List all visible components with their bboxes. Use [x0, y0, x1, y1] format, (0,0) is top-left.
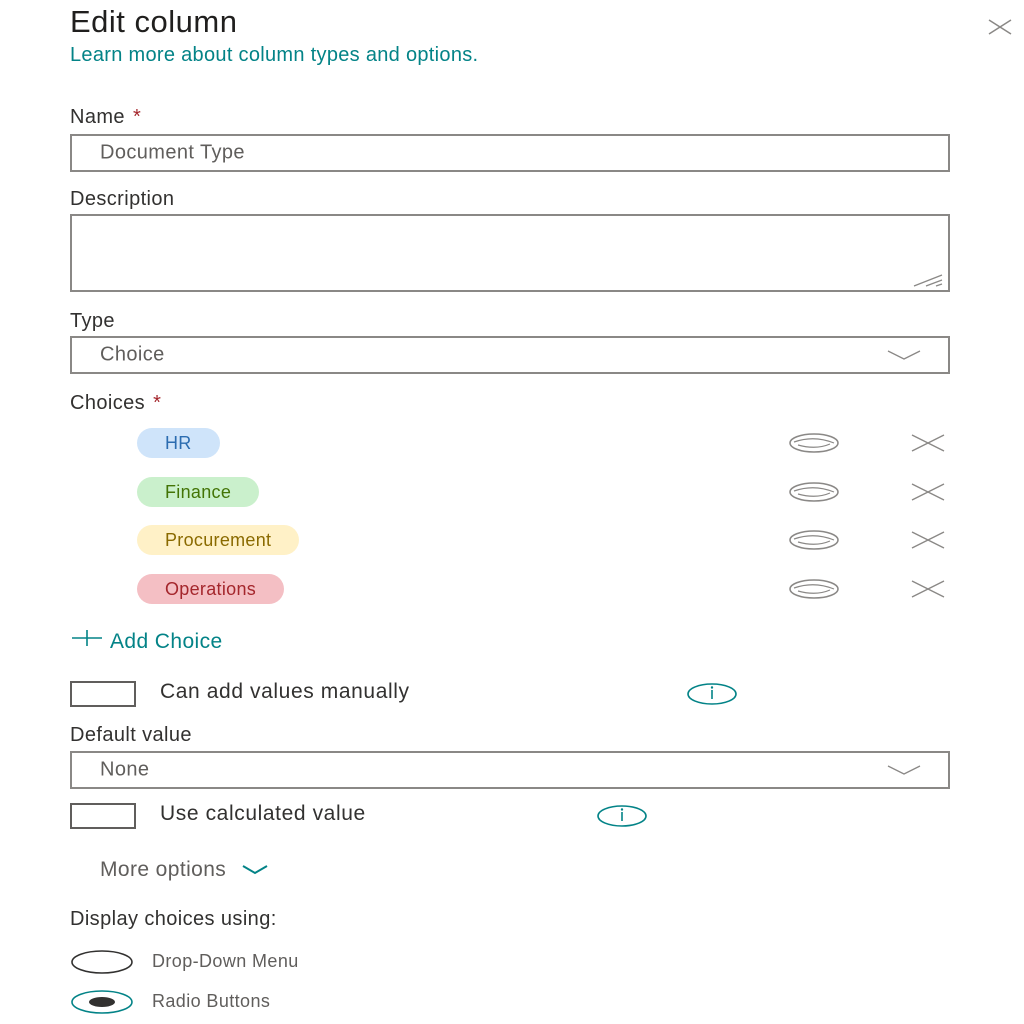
close-icon [988, 19, 1012, 35]
manual-values-checkbox[interactable] [70, 681, 136, 707]
radio-dropdown-menu[interactable] [70, 949, 134, 975]
choice-chip-finance[interactable]: Finance [137, 477, 260, 507]
default-value-dropdown-value: None [100, 758, 150, 781]
chevron-down-icon [887, 350, 921, 360]
name-label-text: Name [70, 106, 125, 128]
choices-label-text: Choices [70, 392, 146, 414]
name-label: Name * [70, 106, 141, 129]
chevron-down-icon [887, 765, 921, 775]
choice-color-fill-icon[interactable] [788, 480, 840, 504]
learn-more-link[interactable]: Learn more about column types and option… [70, 44, 850, 66]
more-options-label: More options [100, 858, 227, 881]
description-textarea[interactable] [70, 214, 950, 292]
choice-color-fill-icon[interactable] [788, 528, 840, 552]
info-icon[interactable] [686, 682, 738, 706]
radio-dropdown-menu-label: Drop-Down Menu [152, 951, 299, 971]
choice-color-fill-icon[interactable] [788, 431, 840, 455]
type-dropdown[interactable]: Choice [70, 336, 950, 374]
delete-choice-icon[interactable] [908, 480, 948, 504]
info-icon[interactable] [596, 804, 648, 828]
choice-chip-hr[interactable]: HR [137, 428, 220, 458]
manual-values-label: Can add values manually [160, 680, 410, 703]
choice-color-fill-icon[interactable] [788, 577, 840, 601]
default-value-dropdown[interactable]: None [70, 751, 950, 789]
panel-title: Edit column [70, 4, 238, 39]
required-marker: * [132, 106, 142, 128]
add-choice-button[interactable]: Add Choice [70, 628, 223, 654]
resize-handle-icon[interactable] [908, 272, 944, 288]
radio-radio-buttons[interactable] [70, 989, 134, 1015]
description-label: Description [70, 188, 175, 210]
edit-column-panel: Edit column Learn more about column type… [0, 0, 1024, 1024]
close-button[interactable] [985, 12, 1015, 42]
display-choices-label: Display choices using: [70, 908, 277, 930]
name-input[interactable]: Document Type [70, 134, 950, 172]
choice-chip-operations[interactable]: Operations [137, 574, 285, 604]
delete-choice-icon[interactable] [908, 577, 948, 601]
choice-chip-procurement[interactable]: Procurement [137, 525, 300, 555]
type-label: Type [70, 310, 115, 332]
chevron-down-icon [242, 865, 268, 875]
type-dropdown-value: Choice [100, 343, 165, 366]
default-value-label: Default value [70, 724, 192, 746]
delete-choice-icon[interactable] [908, 528, 948, 552]
more-options-toggle[interactable]: More options [100, 858, 270, 882]
radio-radio-buttons-label: Radio Buttons [152, 991, 271, 1011]
plus-icon [70, 628, 110, 654]
choices-label: Choices * [70, 392, 161, 415]
calculated-value-checkbox[interactable] [70, 803, 136, 829]
calculated-value-label: Use calculated value [160, 802, 366, 825]
delete-choice-icon[interactable] [908, 431, 948, 455]
name-input-value: Document Type [100, 141, 245, 164]
add-choice-label: Add Choice [110, 630, 223, 653]
required-marker: * [153, 392, 162, 414]
